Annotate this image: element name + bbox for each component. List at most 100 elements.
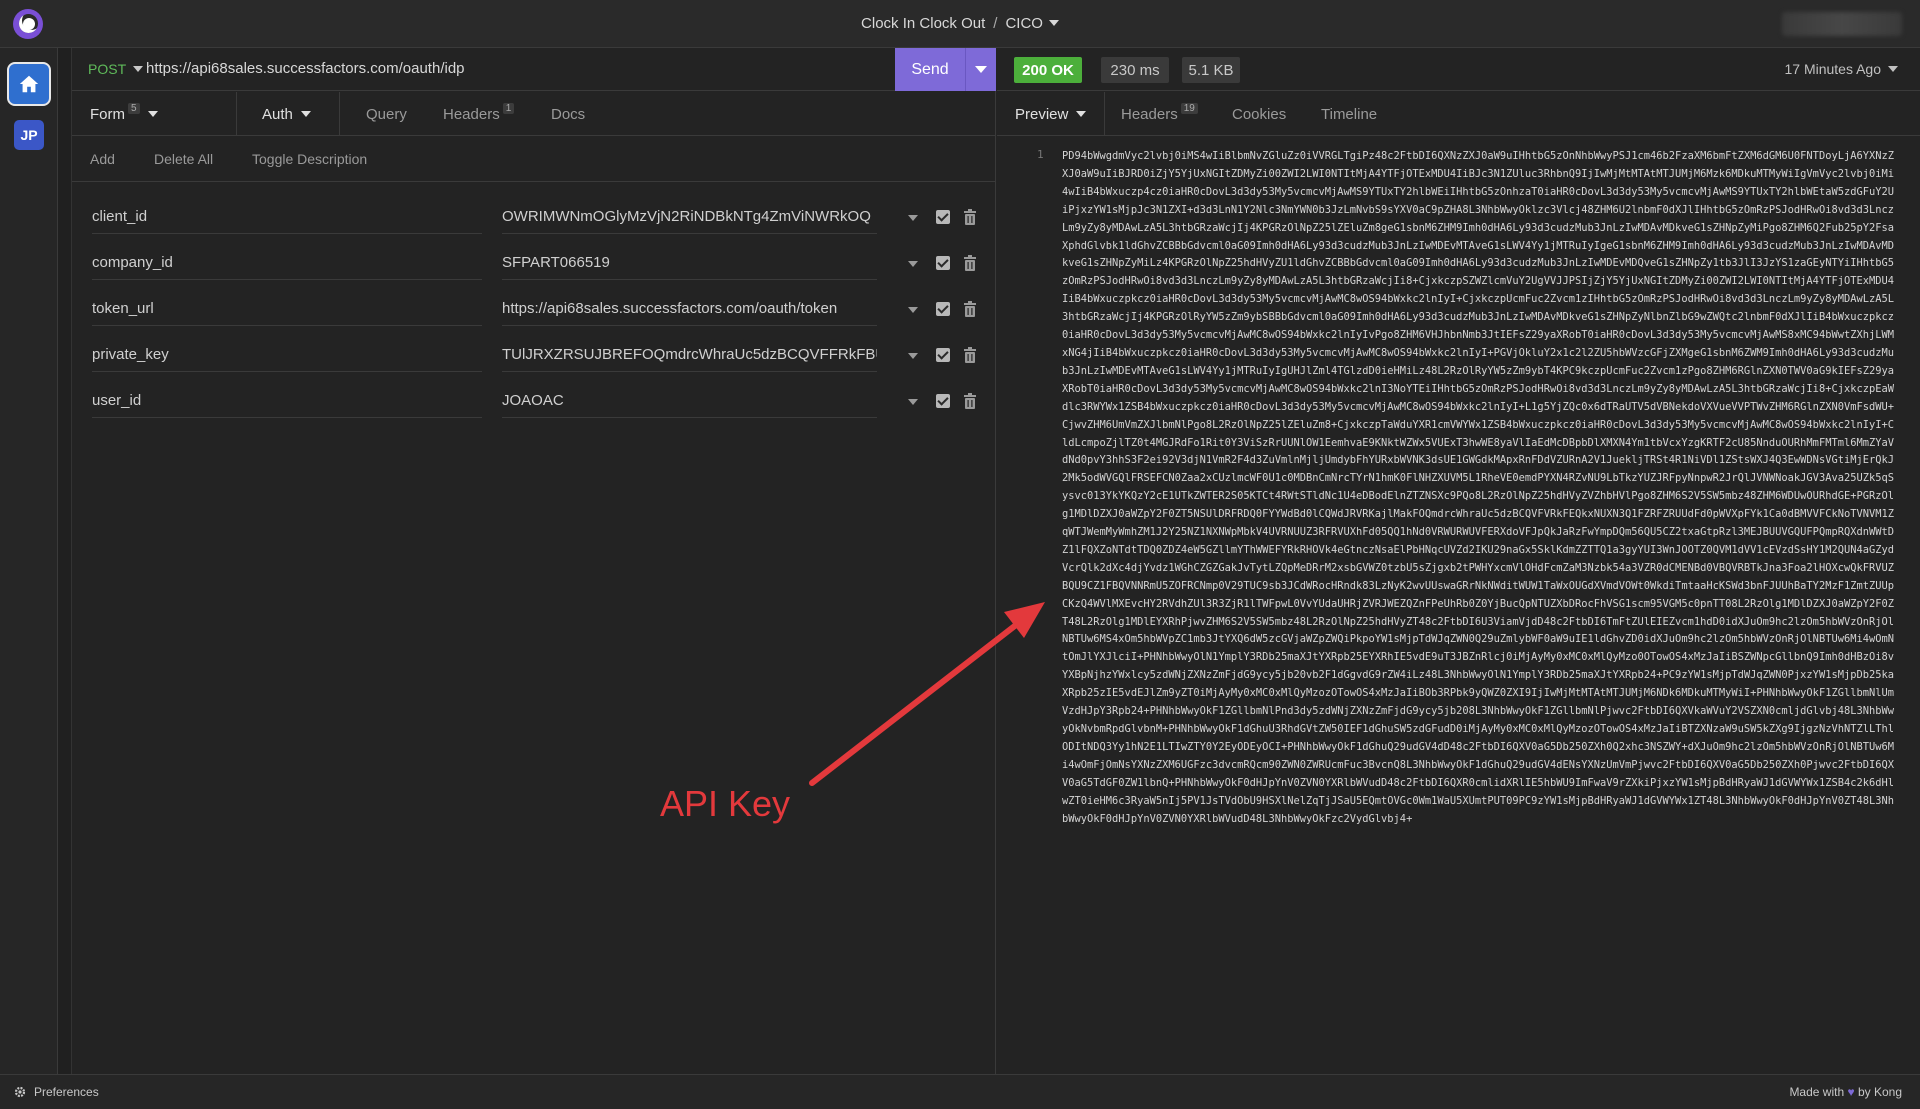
- chevron-down-icon[interactable]: [908, 261, 918, 267]
- response-time-badge: 230 ms: [1101, 57, 1169, 83]
- form-param-row: user_id JOAOAC: [72, 378, 996, 424]
- response-tabs: Preview Headers 19 Cookies Timeline: [997, 92, 1920, 136]
- send-button[interactable]: Send: [895, 48, 965, 91]
- add-param-button[interactable]: Add: [90, 151, 115, 167]
- title-separator: /: [993, 15, 998, 32]
- rail-divider: [58, 48, 72, 1074]
- made-with-suffix: by Kong: [1857, 1085, 1902, 1099]
- chevron-down-icon[interactable]: [908, 307, 918, 313]
- form-param-row: private_key TUlJRXZRSUJBREFOQmdrcWhraUc5…: [72, 332, 996, 378]
- form-param-row: token_url https://api68sales.successfact…: [72, 286, 996, 332]
- param-key-input[interactable]: company_id: [92, 248, 482, 280]
- form-param-row: company_id SFPART066519: [72, 240, 996, 286]
- response-size-badge: 5.1 KB: [1182, 57, 1240, 83]
- chevron-down-icon[interactable]: [908, 353, 918, 359]
- chevron-down-icon: [300, 111, 311, 117]
- tab-preview[interactable]: Preview: [1015, 92, 1087, 136]
- status-bar: Preferences Made with ♥ by Kong: [0, 1074, 1920, 1109]
- avatar[interactable]: JP: [14, 120, 44, 150]
- tab-timeline[interactable]: Timeline: [1321, 92, 1377, 136]
- made-with-prefix: Made with: [1789, 1085, 1845, 1099]
- tab-label: Preview: [1015, 105, 1069, 123]
- param-value-input[interactable]: TUlJRXZRSUJBREFOQmdrcWhraUc5dzBCQVFFRkFB…: [502, 340, 877, 372]
- history-label: 17 Minutes Ago: [1784, 61, 1881, 77]
- made-with-kong: Made with ♥ by Kong: [1789, 1085, 1902, 1099]
- trash-icon[interactable]: [963, 255, 977, 271]
- tab-divider: [1104, 92, 1105, 136]
- param-key-input[interactable]: user_id: [92, 386, 482, 418]
- response-history-selector[interactable]: 17 Minutes Ago: [1784, 61, 1898, 77]
- param-value-input[interactable]: https://api68sales.successfactors.com/oa…: [502, 294, 877, 326]
- trash-icon[interactable]: [963, 347, 977, 363]
- tab-label: Headers: [443, 105, 500, 123]
- chevron-down-icon: [147, 111, 158, 117]
- trash-icon[interactable]: [963, 301, 977, 317]
- response-body-text[interactable]: PD94bWwgdmVyc2lvbj0iMS4wIiBlbmNvZGluZz0i…: [1062, 148, 1898, 828]
- tab-cookies[interactable]: Cookies: [1232, 92, 1286, 136]
- param-value-input[interactable]: JOAOAC: [502, 386, 877, 418]
- method-label: POST: [88, 61, 127, 77]
- blurred-account[interactable]: [1782, 12, 1902, 36]
- response-pane: 200 OK 230 ms 5.1 KB 17 Minutes Ago Prev…: [997, 48, 1920, 1074]
- tab-divider: [339, 92, 340, 136]
- chevron-down-icon[interactable]: [1048, 20, 1059, 26]
- delete-all-button[interactable]: Delete All: [154, 151, 213, 167]
- param-enabled-checkbox[interactable]: [936, 302, 950, 316]
- request-pane: POST https://api68sales.successfactors.c…: [72, 48, 996, 1074]
- trash-icon[interactable]: [963, 393, 977, 409]
- tab-label: Headers: [1121, 105, 1178, 123]
- request-tabs: Form 5 Auth Query Headers 1 Docs: [72, 92, 996, 136]
- tab-count-badge: 1: [502, 102, 515, 114]
- environment-selector[interactable]: CICO: [1005, 15, 1043, 32]
- tab-count-badge: 5: [128, 102, 140, 114]
- tab-divider: [236, 92, 237, 136]
- trash-icon[interactable]: [963, 209, 977, 225]
- param-enabled-checkbox[interactable]: [936, 394, 950, 408]
- tab-count-badge: 19: [1180, 102, 1198, 114]
- status-badge: 200 OK: [1014, 57, 1082, 83]
- param-key-input[interactable]: token_url: [92, 294, 482, 326]
- chevron-down-icon: [133, 66, 144, 72]
- param-enabled-checkbox[interactable]: [936, 256, 950, 270]
- response-preview[interactable]: 1 PD94bWwgdmVyc2lvbj0iMS4wIiBlbmNvZGluZz…: [997, 140, 1920, 1000]
- param-value-input[interactable]: OWRIMWNmOGlyMzVjN2RiNDBkNTg4ZmViNWRkOQ: [502, 202, 877, 234]
- chevron-down-icon: [975, 66, 987, 73]
- param-key-input[interactable]: client_id: [92, 202, 482, 234]
- form-param-row: client_id OWRIMWNmOGlyMzVjN2RiNDBkNTg4Zm…: [72, 194, 996, 240]
- send-options-button[interactable]: [965, 48, 996, 91]
- top-bar: Clock In Clock Out / CICO: [0, 0, 1920, 48]
- tab-docs[interactable]: Docs: [551, 92, 585, 136]
- home-icon: [19, 75, 39, 93]
- param-key-input[interactable]: private_key: [92, 340, 482, 372]
- tab-form[interactable]: Form 5: [90, 92, 158, 136]
- tab-label: Auth: [262, 105, 293, 123]
- preferences-label: Preferences: [34, 1085, 99, 1099]
- tab-response-headers[interactable]: Headers 19: [1121, 92, 1198, 136]
- tab-auth[interactable]: Auth: [262, 92, 311, 136]
- gear-icon: [14, 1086, 26, 1098]
- annotation-label: API Key: [660, 783, 791, 824]
- form-toolbar: Add Delete All Toggle Description: [72, 137, 996, 182]
- param-enabled-checkbox[interactable]: [936, 210, 950, 224]
- response-status-bar: 200 OK 230 ms 5.1 KB 17 Minutes Ago: [997, 48, 1920, 91]
- preferences-button[interactable]: Preferences: [14, 1085, 99, 1099]
- chevron-down-icon[interactable]: [908, 215, 918, 221]
- param-value-input[interactable]: SFPART066519: [502, 248, 877, 280]
- tab-query[interactable]: Query: [366, 92, 407, 136]
- chevron-down-icon: [1888, 66, 1898, 72]
- heart-icon: ♥: [1847, 1085, 1855, 1099]
- tab-headers[interactable]: Headers 1: [443, 92, 515, 136]
- method-selector[interactable]: POST: [88, 61, 144, 77]
- home-button[interactable]: [7, 62, 51, 106]
- chevron-down-icon: [1076, 111, 1087, 117]
- url-bar: POST https://api68sales.successfactors.c…: [72, 48, 996, 91]
- tab-label: Form: [90, 105, 125, 123]
- collection-name[interactable]: Clock In Clock Out: [861, 15, 985, 32]
- line-number: 1: [1037, 148, 1044, 161]
- toggle-description-button[interactable]: Toggle Description: [252, 151, 367, 167]
- chevron-down-icon[interactable]: [908, 399, 918, 405]
- param-enabled-checkbox[interactable]: [936, 348, 950, 362]
- left-rail: JP: [0, 48, 58, 1074]
- url-input[interactable]: https://api68sales.successfactors.com/oa…: [146, 60, 465, 77]
- window-title: Clock In Clock Out / CICO: [0, 15, 1920, 32]
